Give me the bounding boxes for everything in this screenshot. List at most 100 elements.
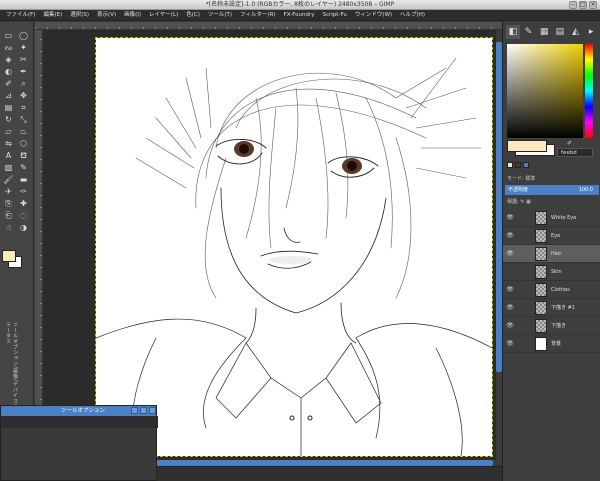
- eraser-icon[interactable]: ▬: [17, 174, 30, 185]
- tool-options-titlebar[interactable]: ツールオプション: [1, 406, 156, 416]
- recent-color-swatch[interactable]: [523, 162, 529, 168]
- move-icon[interactable]: ✥: [17, 90, 30, 101]
- maximize-button[interactable]: □: [579, 1, 587, 9]
- lock-row: 保護: ✎ ▦: [505, 198, 599, 207]
- ink-icon[interactable]: ✑: [17, 186, 30, 197]
- clone-icon[interactable]: ⎘: [2, 198, 15, 209]
- smudge-icon[interactable]: ☝: [2, 222, 15, 233]
- menu-script-fu[interactable]: Script-Fu: [319, 10, 351, 21]
- crop-icon[interactable]: ⌗: [17, 102, 30, 113]
- menu-tools[interactable]: ツール(T): [204, 10, 236, 21]
- text-icon[interactable]: A: [2, 150, 15, 161]
- visibility-eye-icon[interactable]: 👁: [503, 232, 517, 239]
- foreground-select-icon[interactable]: ◐: [2, 66, 15, 77]
- menu-image[interactable]: 画像(I): [120, 10, 145, 21]
- menu-windows[interactable]: ウィンドウ(W): [351, 10, 396, 21]
- tool-options-tab-row: [1, 416, 158, 428]
- layer-name: Eye: [551, 232, 561, 239]
- visibility-eye-icon[interactable]: 👁: [503, 286, 517, 293]
- close-button[interactable]: ×: [589, 1, 597, 9]
- blur-icon[interactable]: ◌: [17, 210, 30, 221]
- shear-icon[interactable]: ▱: [2, 126, 15, 137]
- ellipse-select-icon[interactable]: ◯: [17, 30, 30, 41]
- tool-options-close-button[interactable]: [149, 407, 156, 414]
- layer-row[interactable]: 👁 Clothes: [503, 281, 600, 299]
- menu-bar: ファイル(F) 編集(E) 選択(S) 表示(V) 画像(I) レイヤー(L) …: [0, 10, 600, 21]
- recent-color-swatch[interactable]: [507, 162, 513, 168]
- visibility-eye-icon[interactable]: 👁: [503, 304, 517, 311]
- menu-colors[interactable]: 色(C): [182, 10, 204, 21]
- select-by-color-icon[interactable]: ◈: [2, 54, 15, 65]
- cage-icon[interactable]: ⬡: [17, 138, 30, 149]
- scale-icon[interactable]: ⤡: [17, 114, 30, 125]
- layer-name: 下描き #1: [551, 305, 575, 311]
- menu-filters[interactable]: フィルター(R): [236, 10, 280, 21]
- opacity-slider[interactable]: 不透明度 100.0: [505, 185, 599, 195]
- layer-row[interactable]: 👁 下描き: [503, 317, 600, 335]
- layer-row[interactable]: 👁 下描き #1: [503, 299, 600, 317]
- lock-pixels-icon[interactable]: ✎: [520, 199, 524, 205]
- paintbrush-icon[interactable]: 🖌: [2, 174, 15, 185]
- menu-fx-foundry[interactable]: FX-Foundry: [280, 10, 319, 21]
- image-canvas[interactable]: [95, 37, 493, 457]
- tool-options-maximize-button[interactable]: [140, 407, 147, 414]
- menu-edit[interactable]: 編集(E): [39, 10, 66, 21]
- foreground-color-swatch[interactable]: [2, 250, 16, 262]
- eyedropper-icon[interactable]: ✐: [567, 140, 572, 147]
- hex-color-input[interactable]: feebd: [557, 148, 593, 157]
- layer-row[interactable]: Skin: [503, 263, 600, 281]
- minimize-button[interactable]: –: [569, 1, 577, 9]
- dock-menu-icon[interactable]: ▸: [584, 25, 598, 39]
- flip-icon[interactable]: ⇋: [2, 138, 15, 149]
- perspective-icon[interactable]: ⏢: [17, 126, 30, 137]
- visibility-eye-icon[interactable]: 👁: [503, 250, 517, 257]
- layer-mode-select[interactable]: モード: 標準: [505, 175, 599, 184]
- airbrush-icon[interactable]: ✈: [2, 186, 15, 197]
- visibility-eye-icon[interactable]: 👁: [503, 340, 517, 347]
- paths-icon[interactable]: ✒: [17, 66, 30, 77]
- layer-thumbnail: [535, 210, 547, 225]
- lock-alpha-icon[interactable]: ▦: [526, 199, 531, 205]
- blend-icon[interactable]: ▧: [2, 162, 15, 173]
- scissors-icon[interactable]: ✂: [17, 54, 30, 65]
- visibility-eye-icon[interactable]: 👁: [503, 322, 517, 329]
- menu-file[interactable]: ファイル(F): [2, 10, 39, 21]
- heal-icon[interactable]: ✚: [17, 198, 30, 209]
- rect-select-icon[interactable]: ▭: [2, 30, 15, 41]
- color-picker-icon[interactable]: ✐: [2, 78, 15, 89]
- visibility-eye-icon[interactable]: 👁: [503, 214, 517, 221]
- tool-options-minimize-button[interactable]: [131, 407, 138, 414]
- palette-tab-icon[interactable]: ▦: [537, 25, 551, 39]
- canvas-area[interactable]: [43, 30, 496, 460]
- lasso-icon[interactable]: ᔓ: [2, 42, 15, 53]
- menu-help[interactable]: ヘルプ(H): [396, 10, 429, 21]
- fuzzy-select-icon[interactable]: ✦: [17, 42, 30, 53]
- hue-strip[interactable]: [585, 44, 593, 138]
- triangle-tab-icon[interactable]: ◭: [569, 25, 583, 39]
- dock-foreground-color-swatch[interactable]: [507, 140, 547, 152]
- dodge-burn-icon[interactable]: ◑: [17, 222, 30, 233]
- layer-name: 背景: [551, 341, 562, 347]
- menu-select[interactable]: 選択(S): [66, 10, 93, 21]
- rotate-icon[interactable]: ↻: [2, 114, 15, 125]
- menu-layer[interactable]: レイヤー(L): [145, 10, 182, 21]
- perspective-clone-icon[interactable]: ⎗: [2, 210, 15, 221]
- pencil-icon[interactable]: ✎: [17, 162, 30, 173]
- layer-row[interactable]: 👁 背景: [503, 335, 600, 353]
- lock-label: 保護:: [507, 199, 519, 205]
- watercolor-tab-icon[interactable]: ✎: [522, 25, 536, 39]
- zoom-icon[interactable]: ⌕: [17, 78, 30, 89]
- align-icon[interactable]: ▤: [2, 102, 15, 113]
- bucket-fill-icon[interactable]: ⛾: [17, 150, 30, 161]
- color-selector-square[interactable]: [507, 44, 583, 138]
- menu-view[interactable]: 表示(V): [93, 10, 120, 21]
- gimp-window: *[名称未設定]-1.0 (RGBカラー, 8枚のレイヤー) 2480x3508…: [0, 0, 600, 481]
- layer-row[interactable]: 👁 Eye: [503, 227, 600, 245]
- layer-row-selected[interactable]: 👁 Hair: [503, 245, 600, 263]
- recent-color-swatch[interactable]: [515, 162, 521, 168]
- dock-tab-labels[interactable]: ツールオプション/画像/デバイスステータス: [5, 322, 19, 412]
- fg-bg-color-tab-icon[interactable]: ◧: [506, 25, 520, 39]
- measure-icon[interactable]: ⊿: [2, 90, 15, 101]
- layer-row[interactable]: 👁 White Eye: [503, 209, 600, 227]
- scales-tab-icon[interactable]: ▤: [553, 25, 567, 39]
